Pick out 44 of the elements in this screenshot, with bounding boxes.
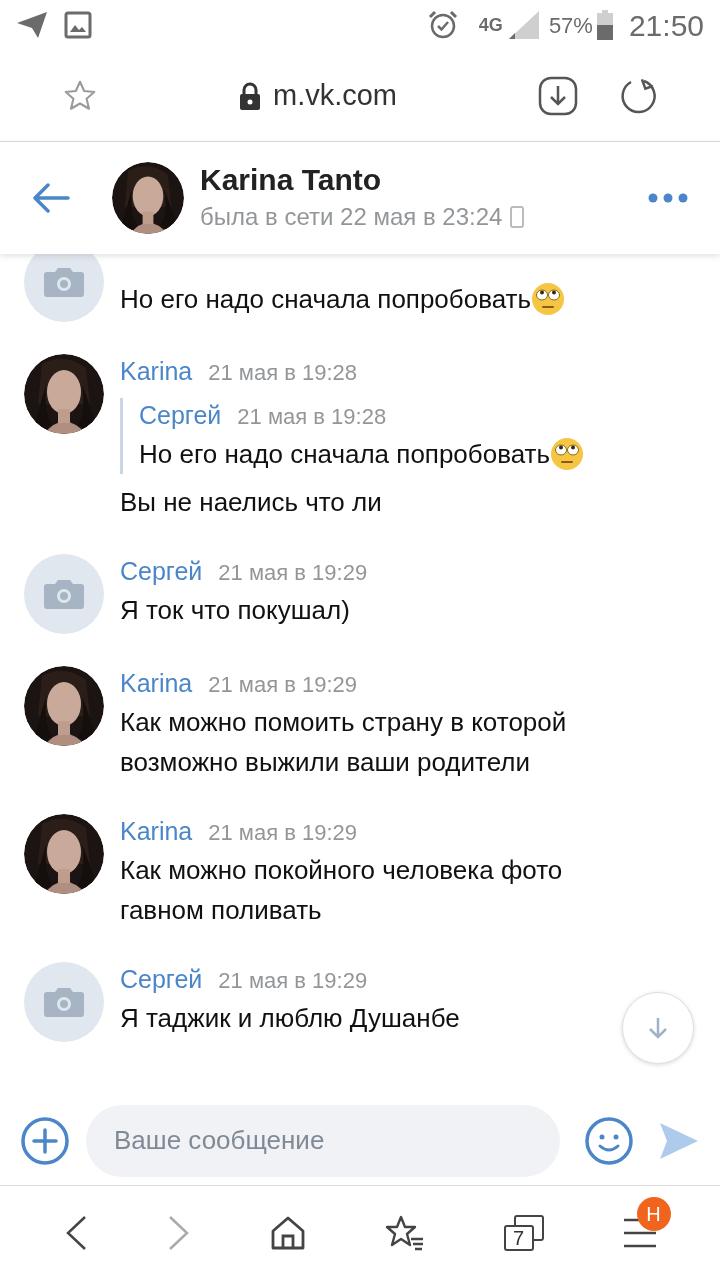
home-icon[interactable]	[269, 1215, 306, 1251]
battery-icon	[596, 10, 613, 40]
message-input[interactable]: Ваше сообщение	[86, 1104, 560, 1177]
message-time: 21 мая в 19:28	[237, 403, 387, 431]
message-text: Как можно помоить страну в которой возможно выжили ваши родители	[120, 706, 568, 779]
message-time: 21 мая в 19:29	[208, 671, 358, 699]
clock-time: 21:50	[628, 7, 704, 44]
alarm-clock-icon	[426, 9, 459, 41]
bookmarks-icon[interactable]	[384, 1215, 425, 1251]
author-name[interactable]: Karina	[120, 666, 193, 700]
url-text[interactable]: m.vk.com	[272, 73, 398, 118]
paper-plane-icon	[16, 11, 48, 39]
back-arrow-icon[interactable]	[32, 183, 70, 213]
smiley-icon[interactable]	[584, 1115, 634, 1166]
message-time: 21 мая в 19:29	[218, 559, 368, 587]
author-name[interactable]: Сергей	[120, 962, 203, 996]
message-text: Как можно покойного человека фото гавном поливать	[120, 854, 564, 927]
notification-badge: Н	[636, 1197, 671, 1231]
phone-icon	[510, 206, 525, 228]
message-text: Я таджик и люблю Душанбе	[120, 1002, 460, 1035]
add-attachment-icon[interactable]	[20, 1115, 70, 1166]
author-name[interactable]: Сергей	[139, 398, 222, 432]
last-seen-status: была в сети 22 мая в 23:24	[200, 202, 503, 232]
eye-roll-emoji-icon	[550, 437, 585, 472]
download-icon[interactable]	[538, 75, 578, 116]
network-type: 4G	[478, 13, 503, 37]
message-time: 21 мая в 19:29	[208, 819, 358, 847]
more-icon[interactable]	[648, 193, 688, 203]
contact-name: Karina Tanto	[200, 162, 383, 198]
image-icon	[64, 11, 92, 39]
message-time: 21 мая в 19:29	[218, 967, 368, 995]
reload-icon[interactable]	[620, 76, 658, 115]
message-text: Вы не наелись что ли	[120, 486, 383, 519]
eye-roll-emoji-icon	[531, 282, 566, 317]
message-time: 21 мая в 19:28	[208, 359, 358, 387]
author-name[interactable]: Сергей	[120, 554, 203, 588]
author-name[interactable]: Karina	[120, 814, 193, 848]
battery-percent: 57%	[548, 11, 593, 40]
message-text: Но его надо сначала попробовать	[139, 434, 585, 474]
author-name[interactable]: Karina	[120, 354, 193, 388]
camera-avatar-icon	[24, 254, 104, 322]
message-text: Но его надо сначала попробовать	[120, 279, 566, 319]
message-text: Я ток что покушал)	[120, 594, 351, 627]
lock-icon	[238, 81, 261, 110]
